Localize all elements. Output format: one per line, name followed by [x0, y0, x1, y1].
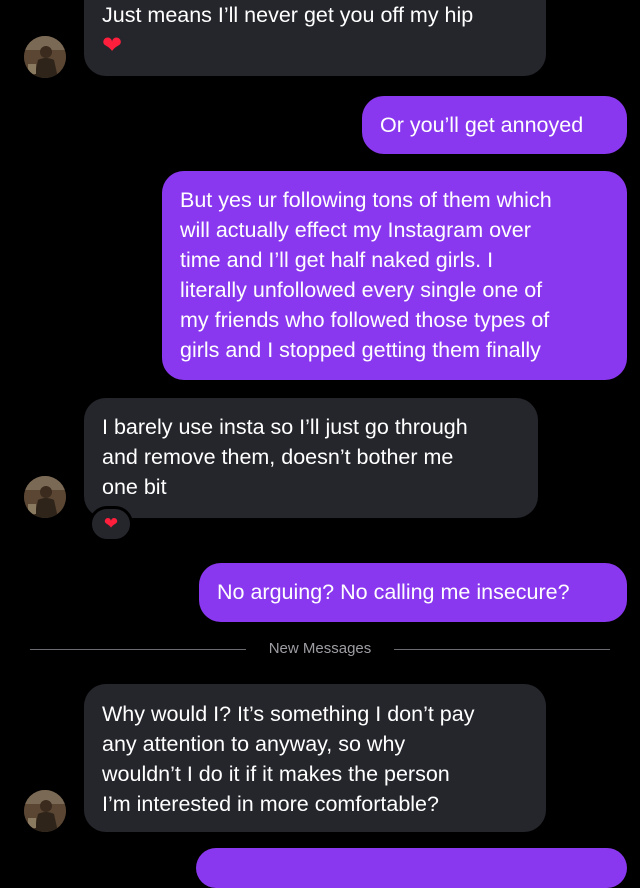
message-text: Just means I’ll never get you off my hip	[102, 3, 474, 27]
message-text-line: one bit	[102, 475, 167, 499]
contact-avatar[interactable]	[24, 476, 66, 518]
contact-avatar[interactable]	[24, 790, 66, 832]
message-text-line: Why would I? It’s something I don’t pay	[102, 702, 475, 726]
message-text-line: I’m interested in more comfortable?	[102, 792, 439, 816]
avatar-photo-icon	[24, 476, 66, 518]
message-text-line: will actually effect my Instagram over	[180, 218, 531, 242]
message-text-line: wouldn’t I do it if it makes the person	[102, 762, 450, 786]
message-text: No arguing? No calling me insecure?	[217, 580, 570, 604]
message-text-line: literally unfollowed every single one of	[180, 278, 543, 302]
heart-reaction-badge[interactable]: ❤	[89, 506, 133, 542]
message-text-line: I barely use insta so I’ll just go throu…	[102, 415, 468, 439]
new-messages-divider-label: New Messages	[268, 640, 372, 657]
avatar-photo-icon	[24, 790, 66, 832]
heart-emoji-icon: ❤	[102, 31, 123, 59]
incoming-message-bubble[interactable]: I barely use insta so I’ll just go throu…	[84, 398, 538, 518]
incoming-message-bubble[interactable]: Just means I’ll never get you off my hip…	[84, 0, 546, 76]
outgoing-message-bubble-partial[interactable]	[196, 848, 627, 888]
outgoing-message-bubble[interactable]: No arguing? No calling me insecure?	[199, 563, 627, 622]
message-text-line: any attention to anyway, so why	[102, 732, 406, 756]
message-text-line: But yes ur following tons of them which	[180, 188, 552, 212]
avatar-photo-icon	[24, 36, 66, 78]
contact-avatar[interactable]	[24, 36, 66, 78]
message-text-line: and remove them, doesn’t bother me	[102, 445, 454, 469]
heart-reaction-icon: ❤	[103, 514, 119, 534]
incoming-message-bubble[interactable]: Why would I? It’s something I don’t pay …	[84, 684, 546, 832]
message-text-line: my friends who followed those types of	[180, 308, 550, 332]
outgoing-message-bubble[interactable]: But yes ur following tons of them which …	[162, 171, 627, 380]
message-text-line: time and I’ll get half naked girls. I	[180, 248, 494, 272]
message-text: Or you’ll get annoyed	[380, 113, 584, 137]
outgoing-message-bubble[interactable]: Or you’ll get annoyed	[362, 96, 627, 154]
message-text-line: girls and I stopped getting them finally	[180, 338, 541, 362]
